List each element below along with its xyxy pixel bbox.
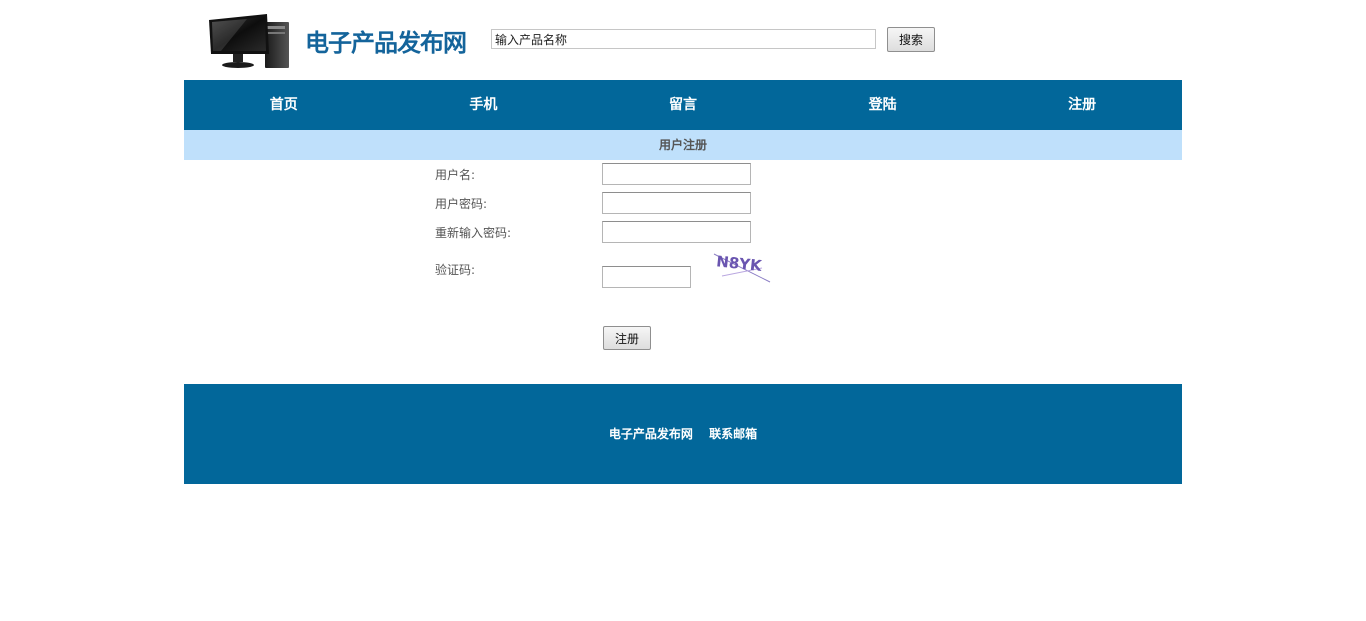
- nav-item-home[interactable]: 首页: [184, 80, 384, 130]
- footer-contact-link[interactable]: 联系邮箱: [709, 427, 757, 441]
- password-label: 用户密码:: [435, 197, 488, 211]
- search-input[interactable]: [491, 29, 876, 49]
- register-submit-button[interactable]: 注册: [603, 326, 651, 350]
- username-input[interactable]: [602, 163, 751, 185]
- nav-item-register[interactable]: 注册: [982, 80, 1182, 130]
- nav-item-phones[interactable]: 手机: [384, 80, 584, 130]
- username-label: 用户名:: [435, 168, 476, 182]
- nav-item-login[interactable]: 登陆: [783, 80, 983, 130]
- search-button[interactable]: 搜索: [887, 27, 935, 52]
- main-nav: 首页 手机 留言 登陆 注册: [184, 80, 1182, 130]
- computer-icon: [209, 14, 289, 68]
- confirm-password-label: 重新输入密码:: [435, 226, 512, 240]
- page: 电子产品发布网 搜索 首页 手机 留言 登陆 注册 用户注册 用户名: 用户密码…: [0, 0, 1366, 621]
- captcha-label: 验证码:: [435, 263, 476, 277]
- footer: 电子产品发布网 联系邮箱: [184, 384, 1182, 484]
- site-logo-text: 电子产品发布网: [305, 29, 467, 57]
- password-input[interactable]: [602, 192, 751, 214]
- footer-site-name: 电子产品发布网: [608, 427, 693, 441]
- captcha-image[interactable]: N8YK: [712, 248, 772, 284]
- confirm-password-input[interactable]: [602, 221, 751, 243]
- nav-item-messages[interactable]: 留言: [583, 80, 783, 130]
- section-title: 用户注册: [184, 130, 1182, 160]
- captcha-input[interactable]: [602, 266, 691, 288]
